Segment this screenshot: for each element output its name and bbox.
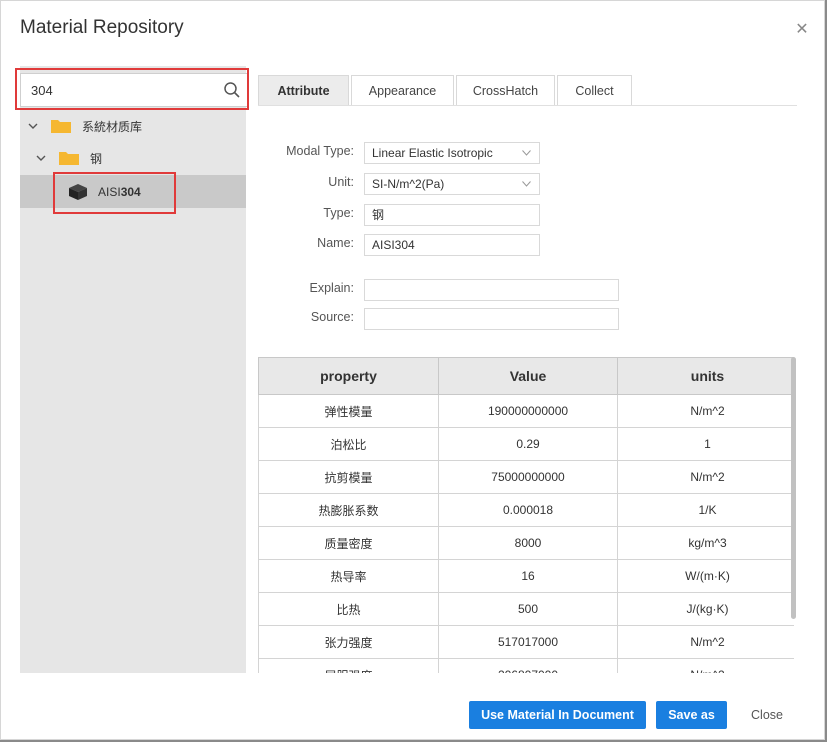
cell-property: 质量密度 bbox=[258, 526, 439, 560]
cell-property: 泊松比 bbox=[258, 427, 439, 461]
close-icon[interactable]: ✕ bbox=[793, 21, 811, 39]
close-button[interactable]: Close bbox=[741, 701, 793, 729]
table-row[interactable]: 泊松比 0.29 1 bbox=[258, 427, 794, 461]
folder-icon bbox=[51, 120, 71, 133]
name-field[interactable]: AISI304 bbox=[364, 234, 540, 256]
chevron-down-icon bbox=[522, 181, 531, 187]
cell-value[interactable]: 8000 bbox=[438, 526, 618, 560]
cell-value[interactable]: 517017000 bbox=[438, 625, 618, 659]
search-box bbox=[20, 73, 248, 107]
source-label: Source: bbox=[310, 310, 354, 324]
table-row[interactable]: 比热 500 J/(kg·K) bbox=[258, 592, 794, 626]
cell-units: 1 bbox=[617, 427, 794, 461]
table-row[interactable]: 热膨胀系数 0.000018 1/K bbox=[258, 493, 794, 527]
table-row[interactable]: 热导率 16 W/(m·K) bbox=[258, 559, 794, 593]
cell-units: N/m^2 bbox=[617, 658, 794, 673]
column-header-value: Value bbox=[438, 357, 618, 395]
cell-units: 1/K bbox=[617, 493, 794, 527]
cell-units: kg/m^3 bbox=[617, 526, 794, 560]
cell-property: 抗剪模量 bbox=[258, 460, 439, 494]
column-header-units: units bbox=[617, 357, 794, 395]
cell-value[interactable]: 500 bbox=[438, 592, 618, 626]
cell-property: 热膨胀系数 bbox=[258, 493, 439, 527]
tab-collect[interactable]: Collect bbox=[557, 75, 632, 105]
source-field[interactable] bbox=[364, 308, 619, 330]
tab-crosshatch[interactable]: CrossHatch bbox=[456, 75, 555, 105]
cell-value[interactable]: 0.000018 bbox=[438, 493, 618, 527]
cell-value[interactable]: 0.29 bbox=[438, 427, 618, 461]
name-label: Name: bbox=[317, 236, 354, 250]
cell-property: 弹性模量 bbox=[258, 394, 439, 428]
cell-value[interactable]: 16 bbox=[438, 559, 618, 593]
tab-bar: Attribute Appearance CrossHatch Collect bbox=[258, 75, 634, 105]
tree-node-root-label: 系統材质库 bbox=[82, 119, 143, 134]
table-row[interactable]: 抗剪模量 75000000000 N/m^2 bbox=[258, 460, 794, 494]
search-icon[interactable] bbox=[223, 81, 241, 99]
tree-node-material-label: AISI304 bbox=[98, 184, 141, 199]
modal-type-value: Linear Elastic Isotropic bbox=[372, 146, 493, 160]
dialog-title: Material Repository bbox=[20, 17, 184, 38]
table-scrollbar[interactable] bbox=[791, 357, 796, 619]
table-row[interactable]: 弹性模量 190000000000 N/m^2 bbox=[258, 394, 794, 428]
cell-value[interactable]: 190000000000 bbox=[438, 394, 618, 428]
cube-icon bbox=[69, 183, 87, 200]
column-header-property: property bbox=[258, 357, 439, 395]
search-input[interactable] bbox=[31, 80, 211, 100]
tab-underline bbox=[258, 105, 797, 106]
unit-select[interactable]: SI-N/m^2(Pa) bbox=[364, 173, 540, 195]
cell-property: 张力强度 bbox=[258, 625, 439, 659]
modal-type-select[interactable]: Linear Elastic Isotropic bbox=[364, 142, 540, 164]
chevron-down-icon[interactable] bbox=[28, 121, 38, 131]
unit-label: Unit: bbox=[328, 175, 354, 189]
property-table: property Value units 弹性模量 190000000000 N/m… bbox=[258, 357, 794, 673]
property-table-wrap: property Value units 弹性模量 190000000000 N/m… bbox=[258, 357, 794, 673]
cell-property: 屈服强度 bbox=[258, 658, 439, 673]
folder-icon bbox=[59, 152, 79, 165]
cell-value[interactable]: 206807000 bbox=[438, 658, 618, 673]
cell-units: J/(kg·K) bbox=[617, 592, 794, 626]
type-field[interactable]: 钢 bbox=[364, 204, 540, 226]
tree-node-root[interactable]: 系統材质库 bbox=[20, 111, 246, 141]
unit-value: SI-N/m^2(Pa) bbox=[372, 177, 445, 191]
tree-node-material[interactable]: AISI304 bbox=[20, 175, 246, 208]
table-row[interactable]: 屈服强度206807000N/m^2 bbox=[258, 658, 794, 673]
cell-units: W/(m·K) bbox=[617, 559, 794, 593]
tab-attribute[interactable]: Attribute bbox=[258, 75, 349, 105]
type-label: Type: bbox=[323, 206, 354, 220]
cell-units: N/m^2 bbox=[617, 625, 794, 659]
cell-value[interactable]: 75000000000 bbox=[438, 460, 618, 494]
explain-label: Explain: bbox=[309, 281, 354, 295]
table-row[interactable]: 张力强度 517017000 N/m^2 bbox=[258, 625, 794, 659]
chevron-down-icon bbox=[522, 150, 531, 156]
tab-appearance[interactable]: Appearance bbox=[351, 75, 454, 105]
cell-units: N/m^2 bbox=[617, 460, 794, 494]
cell-units: N/m^2 bbox=[617, 394, 794, 428]
chevron-down-icon[interactable] bbox=[36, 153, 46, 163]
cell-property: 热导率 bbox=[258, 559, 439, 593]
modal-type-label: Modal Type: bbox=[286, 144, 354, 158]
save-as-button[interactable]: Save as bbox=[656, 701, 727, 729]
cell-property: 比热 bbox=[258, 592, 439, 626]
explain-field[interactable] bbox=[364, 279, 619, 301]
tree-node-folder[interactable]: 钢 bbox=[20, 143, 246, 173]
material-repository-dialog: Material Repository ✕ 系統材质库 钢 AISI304 At… bbox=[0, 0, 825, 740]
table-row[interactable]: 质量密度 8000 kg/m^3 bbox=[258, 526, 794, 560]
use-material-button[interactable]: Use Material In Document bbox=[469, 701, 646, 729]
tree-node-folder-label: 钢 bbox=[90, 151, 103, 166]
